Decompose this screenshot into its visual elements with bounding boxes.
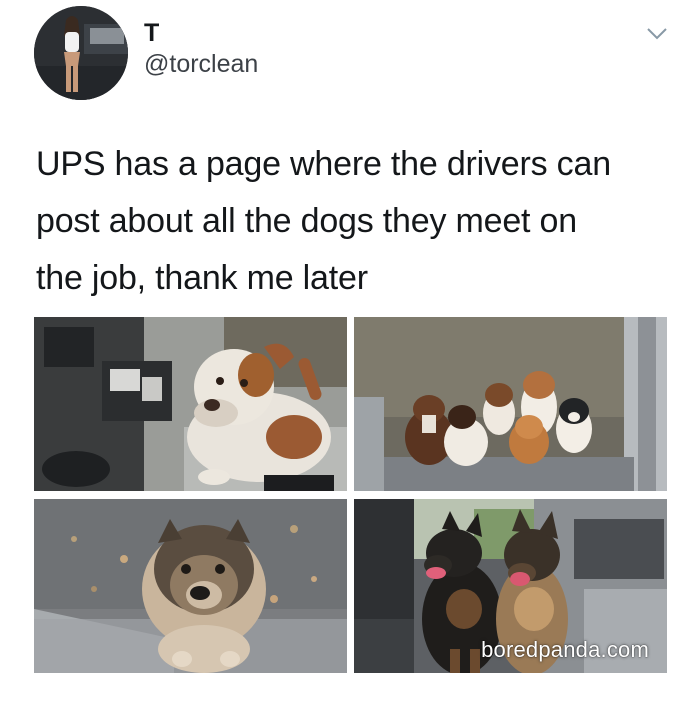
tweet-text-line: post about all the dogs they meet on — [36, 202, 577, 240]
tweet-text: UPS has a page where the drivers can pos… — [36, 136, 656, 307]
user-handle[interactable]: @torclean — [144, 50, 258, 79]
tweet-text-line: the job, thank me later — [36, 259, 368, 297]
photo-grid: boredpanda.com — [34, 317, 667, 673]
tweet-text-line: UPS has a page where the drivers can — [36, 145, 611, 183]
photo-puppies-at-truck-door[interactable] — [354, 317, 667, 491]
avatar[interactable] — [34, 6, 128, 100]
display-name[interactable]: T — [144, 19, 160, 48]
profile-photo-icon — [34, 6, 128, 100]
photo-dog-on-truck-step[interactable] — [34, 317, 347, 491]
chevron-down-icon[interactable] — [646, 25, 668, 41]
photo-fluffy-dog-looking-up[interactable] — [34, 499, 347, 673]
watermark: boredpanda.com — [481, 637, 649, 662]
